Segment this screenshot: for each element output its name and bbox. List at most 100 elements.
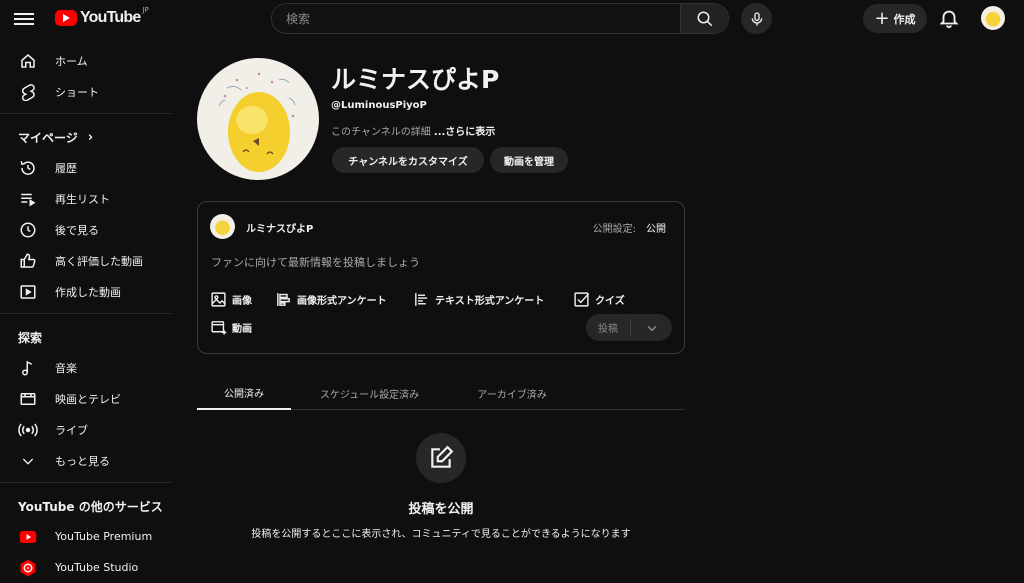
- sidebar-item-label: 作成した動画: [55, 285, 121, 299]
- voice-search-button[interactable]: [741, 3, 772, 34]
- sidebar-item-label: ライブ: [55, 423, 88, 437]
- plus-icon: +: [874, 7, 890, 29]
- chevron-down-icon: [18, 451, 38, 471]
- section-title: マイページ: [18, 130, 78, 145]
- channel-avatar[interactable]: [197, 58, 319, 180]
- sidebar-section-mypage[interactable]: マイページ ›: [0, 122, 172, 152]
- tool-label: テキスト形式アンケート: [435, 296, 545, 307]
- account-avatar[interactable]: [981, 6, 1005, 30]
- image-icon: [211, 292, 226, 307]
- sidebar-item-live[interactable]: ライブ: [0, 414, 172, 445]
- create-button[interactable]: + 作成: [863, 4, 927, 33]
- sidebar-item-show-more[interactable]: もっと見る: [0, 445, 172, 476]
- show-more-link[interactable]: ...さらに表示: [434, 127, 495, 138]
- post-input[interactable]: ファンに向けて最新情報を投稿しましょう: [211, 254, 420, 270]
- channel-name: ルミナスぴよP: [331, 65, 500, 94]
- sidebar-item-label: YouTube Studio: [55, 561, 139, 574]
- divider: [0, 482, 171, 483]
- logo-country: JP: [142, 6, 149, 14]
- visibility-setting[interactable]: 公開設定: 公開: [593, 220, 666, 235]
- sidebar-item-liked[interactable]: 高く評価した動画: [0, 245, 172, 276]
- search-icon: [697, 11, 712, 26]
- customize-channel-button[interactable]: チャンネルをカスタマイズ: [332, 147, 484, 173]
- search-input[interactable]: 検索: [272, 4, 680, 33]
- channel-handle: @LuminousPiyoP: [331, 100, 427, 111]
- edit-icon: [431, 445, 454, 468]
- tab-archived[interactable]: アーカイブ済み: [448, 376, 576, 410]
- quiz-icon: [574, 292, 590, 307]
- video-post-button[interactable]: 動画: [210, 319, 252, 336]
- youtube-play-icon: [55, 10, 77, 26]
- search-button[interactable]: [680, 4, 728, 33]
- sidebar-item-youtube-premium[interactable]: YouTube Premium: [0, 521, 172, 552]
- empty-state-icon: [416, 433, 466, 483]
- sidebar-item-home[interactable]: ホーム: [0, 45, 172, 76]
- sidebar-item-label: YouTube Premium: [55, 530, 153, 543]
- chevron-down-icon[interactable]: [631, 321, 672, 335]
- tab-scheduled[interactable]: スケジュール設定済み: [291, 376, 448, 410]
- sidebar-item-playlists[interactable]: 再生リスト: [0, 183, 172, 214]
- post-composer: ルミナスぴよP 公開設定: 公開 ファンに向けて最新情報を投稿しましょう 画像 画…: [197, 201, 685, 354]
- post-tabs: 公開済み スケジュール設定済み アーカイブ済み: [197, 376, 685, 410]
- divider: [0, 113, 171, 114]
- tool-label: 画像: [232, 296, 252, 307]
- text-poll-icon: [415, 293, 428, 306]
- quiz-button[interactable]: クイズ: [573, 291, 625, 308]
- logo-text: YouTube: [80, 9, 141, 26]
- like-icon: [18, 251, 38, 271]
- text-poll-button[interactable]: テキスト形式アンケート: [413, 291, 544, 308]
- watch-later-icon: [18, 220, 38, 240]
- playlist-icon: [18, 189, 38, 209]
- tool-label: 画像形式アンケート: [297, 296, 387, 307]
- manage-videos-button[interactable]: 動画を管理: [490, 147, 568, 173]
- sidebar-item-label: 高く評価した動画: [55, 254, 143, 268]
- divider: [0, 313, 171, 314]
- sidebar-item-label: 履歴: [55, 161, 77, 175]
- empty-state-title: 投稿を公開: [408, 502, 474, 517]
- description-text: このチャンネルの詳細: [331, 127, 431, 138]
- top-bar: YouTube JP 検索 + 作成: [0, 0, 1024, 38]
- image-post-button[interactable]: 画像: [210, 291, 252, 308]
- youtube-premium-icon: [18, 527, 38, 547]
- visibility-label: 公開設定:: [592, 224, 636, 235]
- sidebar-item-shorts[interactable]: ショート: [0, 76, 172, 107]
- sidebar-item-label: もっと見る: [55, 454, 110, 468]
- menu-icon[interactable]: [14, 10, 34, 28]
- composer-author: ルミナスぴよP: [246, 224, 314, 235]
- home-icon: [18, 51, 38, 71]
- sidebar-item-label: ショート: [55, 85, 99, 99]
- sidebar-item-watch-later[interactable]: 後で見る: [0, 214, 172, 245]
- youtube-studio-icon: [18, 558, 38, 578]
- history-icon: [18, 158, 38, 178]
- sidebar-item-label: 再生リスト: [55, 192, 110, 206]
- sidebar-item-history[interactable]: 履歴: [0, 152, 172, 183]
- sidebar-item-music[interactable]: 音楽: [0, 352, 172, 383]
- section-title: 探索: [18, 330, 43, 345]
- sidebar-item-movies[interactable]: 映画とテレビ: [0, 383, 172, 414]
- microphone-icon: [751, 11, 762, 26]
- chevron-right-icon: ›: [87, 129, 94, 145]
- search-bar: 検索: [271, 3, 729, 34]
- bell-icon: [939, 10, 959, 29]
- sidebar-item-label: 後で見る: [55, 223, 99, 237]
- post-submit-button[interactable]: 投稿: [586, 314, 672, 341]
- movies-icon: [18, 389, 38, 409]
- video-icon: [211, 321, 227, 335]
- image-poll-icon: [277, 293, 290, 306]
- empty-state-subtitle: 投稿を公開するとここに表示され、コミュニティで見ることができるようになります: [251, 529, 631, 540]
- submit-label: 投稿: [598, 324, 618, 335]
- sidebar: ホーム ショート マイページ › 履歴 再生リスト 後で見る 高く評価した動画 …: [0, 45, 172, 583]
- sidebar-section-services: YouTube の他のサービス: [0, 491, 172, 521]
- sidebar-item-youtube-studio[interactable]: YouTube Studio: [0, 552, 172, 583]
- channel-description[interactable]: このチャンネルの詳細 ...さらに表示: [331, 123, 495, 138]
- tab-published[interactable]: 公開済み: [197, 376, 291, 410]
- tool-label: クイズ: [595, 296, 625, 307]
- section-title: YouTube の他のサービス: [18, 499, 163, 514]
- image-poll-button[interactable]: 画像形式アンケート: [275, 291, 387, 308]
- sidebar-item-your-videos[interactable]: 作成した動画: [0, 276, 172, 307]
- composer-avatar: [210, 214, 235, 239]
- youtube-logo[interactable]: YouTube JP: [55, 6, 149, 27]
- sidebar-item-label: 映画とテレビ: [55, 392, 121, 406]
- live-icon: [18, 420, 38, 440]
- notifications-button[interactable]: [938, 7, 960, 29]
